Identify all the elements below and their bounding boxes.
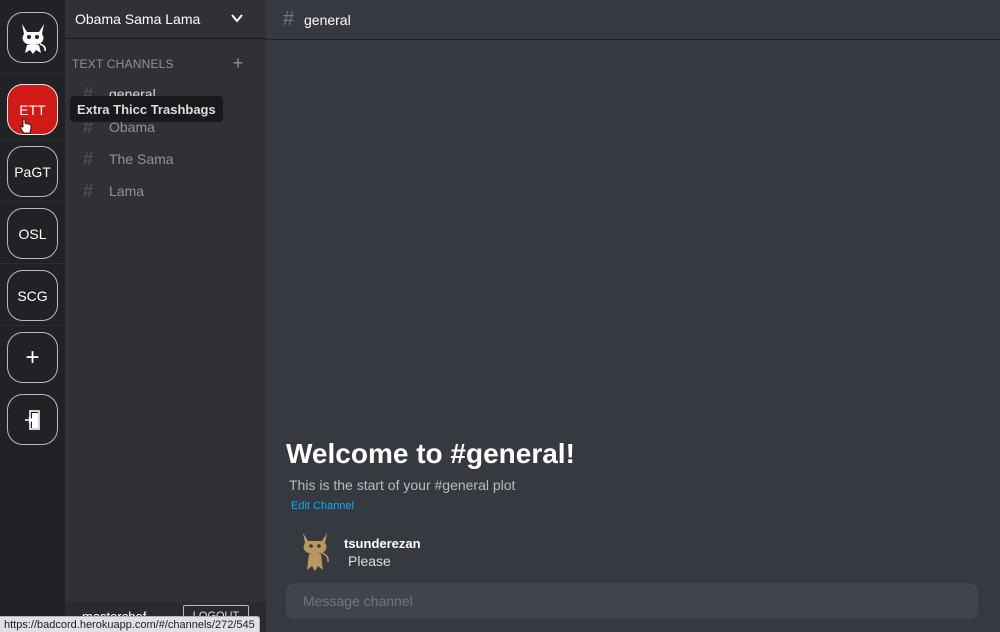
channel-sidebar: Obama Sama Lama TEXT CHANNELS + # genera… — [65, 0, 266, 632]
message-text: Please — [348, 553, 391, 569]
server-osl-button[interactable]: OSL — [7, 208, 58, 259]
chevron-down-icon — [231, 14, 243, 23]
rail-divider — [0, 140, 65, 141]
add-server-button[interactable]: + — [7, 332, 58, 383]
rail-divider — [0, 201, 65, 202]
cursor-hand-icon — [20, 118, 32, 134]
rail-divider — [0, 325, 65, 326]
server-name: Obama Sama Lama — [75, 11, 201, 27]
door-exit-icon — [24, 409, 40, 430]
server-home-button[interactable] — [7, 12, 58, 63]
exit-button[interactable] — [7, 394, 58, 445]
message-author[interactable]: tsunderezan — [344, 536, 421, 551]
rail-divider — [0, 73, 65, 74]
channel-label: The Sama — [109, 151, 174, 167]
server-pagt-label: PaGT — [14, 163, 51, 180]
chat-area: # general Welcome to #general! This is t… — [266, 0, 1000, 632]
plus-icon: + — [25, 343, 40, 371]
server-tooltip: Extra Thicc Trashbags — [70, 96, 223, 122]
status-url-bar: https://badcord.herokuapp.com/#/channels… — [0, 616, 260, 632]
welcome-heading: Welcome to #general! — [286, 438, 575, 469]
server-ett-button[interactable]: ETT — [7, 84, 58, 135]
rail-divider — [0, 263, 65, 264]
server-scg-label: SCG — [17, 287, 48, 304]
channel-title: general — [304, 12, 351, 28]
hash-icon: # — [83, 148, 94, 169]
hash-icon: # — [83, 180, 94, 201]
add-channel-button[interactable]: + — [230, 54, 246, 72]
channel-header: # general — [266, 0, 1000, 40]
server-header[interactable]: Obama Sama Lama — [65, 0, 266, 39]
channel-item-lama[interactable]: # Lama — [83, 178, 258, 204]
server-rail: ETT PaGT OSL SCG + — [0, 0, 65, 632]
server-osl-label: OSL — [18, 225, 47, 242]
hash-icon: # — [283, 8, 295, 30]
channel-start-text: This is the start of your #general plot — [289, 477, 516, 493]
channel-label: Lama — [109, 183, 145, 199]
server-scg-button[interactable]: SCG — [7, 270, 58, 321]
message-input[interactable] — [286, 583, 978, 619]
server-ett-label: ETT — [19, 101, 46, 118]
category-label: TEXT CHANNELS — [72, 57, 174, 71]
edit-channel-link[interactable]: Edit Channel — [291, 500, 354, 512]
avatar[interactable] — [297, 530, 333, 572]
channel-item-the-sama[interactable]: # The Sama — [83, 146, 258, 172]
server-pagt-button[interactable]: PaGT — [7, 146, 58, 197]
devil-cat-icon — [21, 23, 46, 54]
